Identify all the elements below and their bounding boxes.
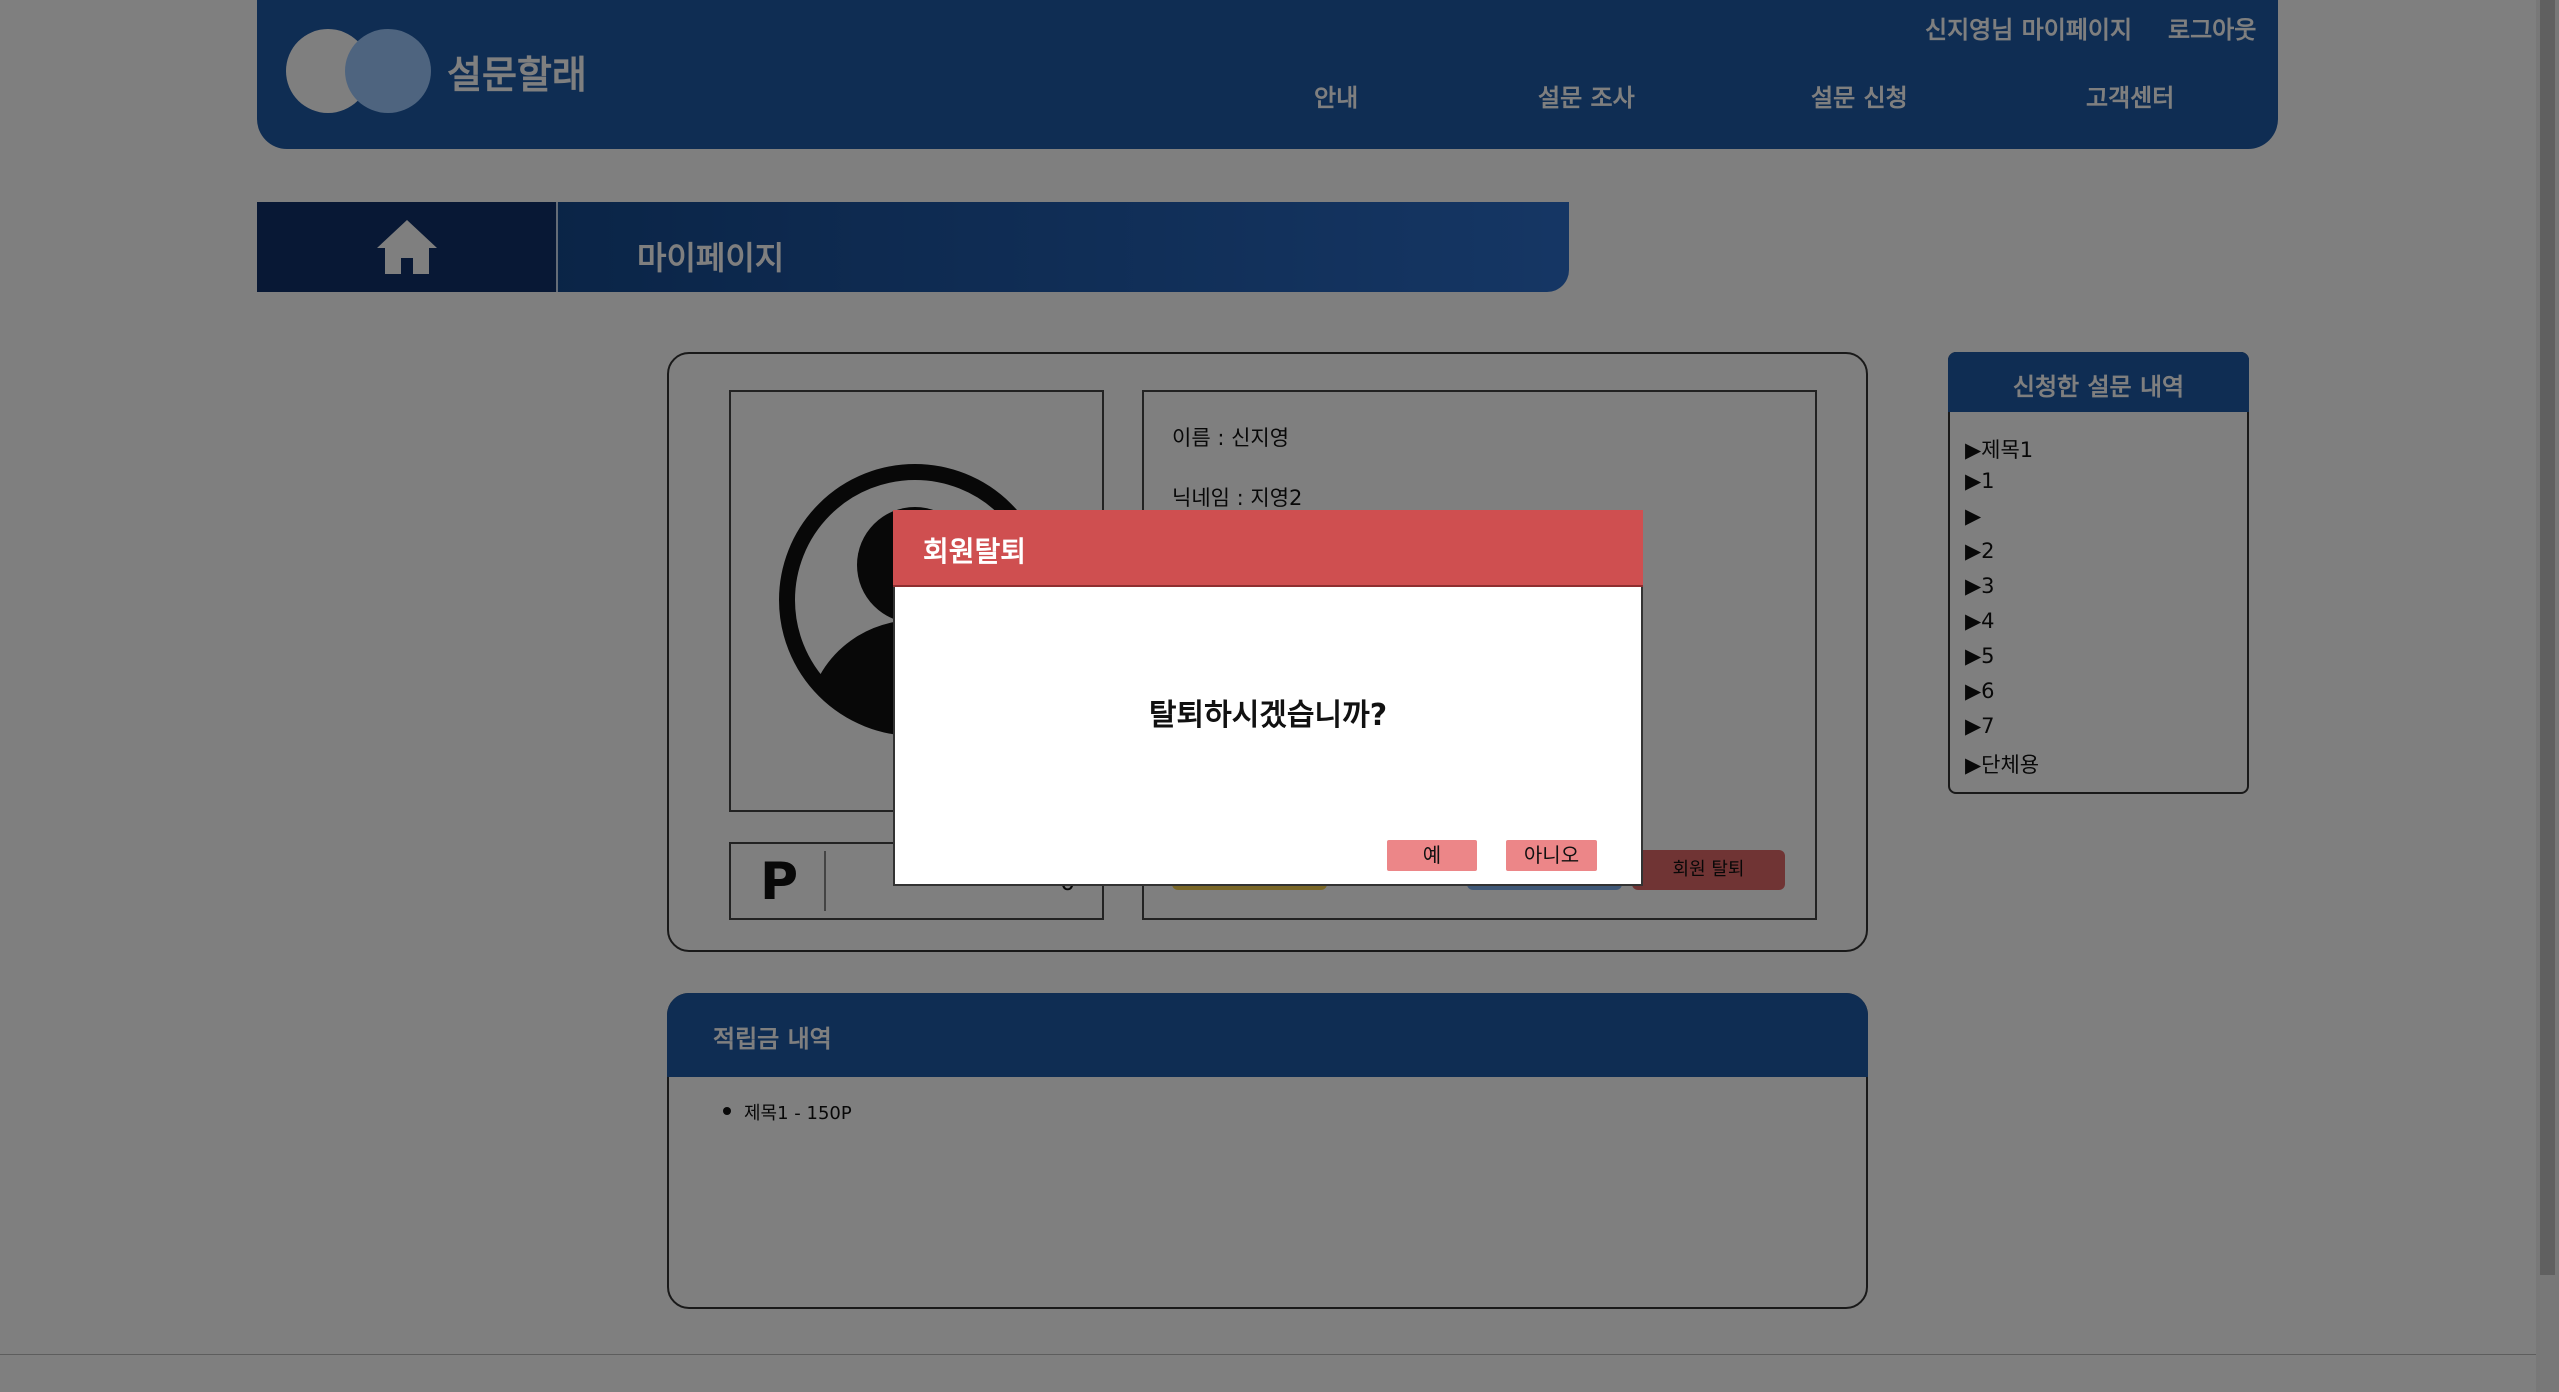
confirm-no-button[interactable]: 아니오: [1506, 840, 1597, 871]
dialog-message: 탈퇴하시겠습니까?: [1148, 698, 1388, 733]
dialog-title: 회원탈퇴: [923, 535, 1027, 568]
confirm-yes-button[interactable]: 예: [1387, 840, 1477, 871]
